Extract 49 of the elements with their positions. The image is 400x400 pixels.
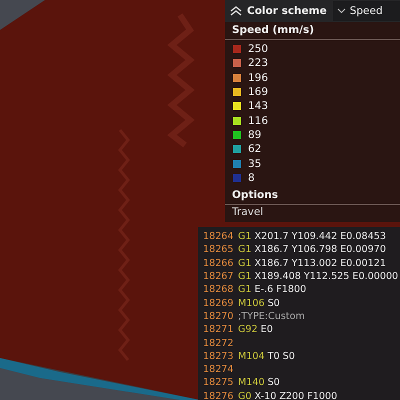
line-number: 18275 [203, 377, 235, 388]
option-item[interactable]: Travel [225, 204, 264, 220]
gcode-comment: ;TYPE:Custom [238, 310, 305, 322]
gcode-arguments: E0 [260, 324, 273, 336]
line-number: 18274 [203, 364, 235, 376]
gcode-arguments: S0 [268, 298, 280, 309]
line-number: 18267 [203, 271, 235, 282]
legend-value: 169 [248, 86, 268, 98]
gcode-command: M106 [238, 298, 265, 309]
line-number: 18276 [203, 390, 235, 400]
gcode-arguments: E-.6 F1800 [254, 284, 306, 296]
gcode-command: G1 [238, 271, 252, 282]
options-heading: Options [225, 186, 400, 205]
legend-value: 116 [248, 114, 268, 127]
gcode-command: G1 [238, 244, 252, 256]
gcode-arguments: X189.408 Y112.525 E0.00000 [254, 271, 398, 282]
gcode-command: M140 [238, 377, 265, 388]
legend-value: 196 [248, 72, 268, 84]
gcode-arguments: X186.7 Y113.002 E0.00121 [254, 258, 386, 269]
gcode-arguments: T0 S0 [268, 350, 295, 362]
line-number: 18266 [203, 258, 235, 269]
line-number: 18271 [203, 324, 235, 336]
gcode-command: G92 [238, 324, 258, 336]
gcode-command: G0 [238, 390, 252, 400]
line-number: 18265 [203, 244, 235, 256]
scheme-dropdown[interactable]: Speed [332, 1, 400, 21]
line-number: 18270 [203, 310, 235, 322]
legend-heading: Speed (mm/s) [225, 22, 400, 40]
gcode-command: G1 [238, 231, 252, 242]
legend-value: 143 [248, 100, 268, 112]
legend-value: 223 [248, 57, 268, 70]
line-number: 18268 [203, 284, 235, 296]
gcode-arguments: X201.7 Y109.442 E0.08453 [254, 231, 386, 242]
gcode-command: M104 [238, 350, 265, 362]
gcode-arguments: X-10 Z200 F1000 [254, 390, 338, 400]
legend-value: 8 [248, 172, 255, 184]
line-number: 18269 [203, 298, 235, 309]
legend-value: 250 [248, 43, 268, 56]
gcode-arguments: S0 [268, 377, 280, 388]
line-number: 18264 [203, 231, 235, 242]
line-number: 18272 [203, 338, 235, 349]
legend-value: 62 [248, 143, 262, 156]
legend-value: 89 [248, 128, 262, 141]
line-number: 18273 [203, 350, 235, 362]
legend-value: 35 [248, 158, 262, 170]
gcode-command: G1 [238, 258, 252, 269]
gcode-arguments: X186.7 Y106.798 E0.00970 [254, 244, 386, 256]
panel-title: Color scheme [247, 5, 327, 17]
gcode-command: G1 [238, 284, 252, 296]
